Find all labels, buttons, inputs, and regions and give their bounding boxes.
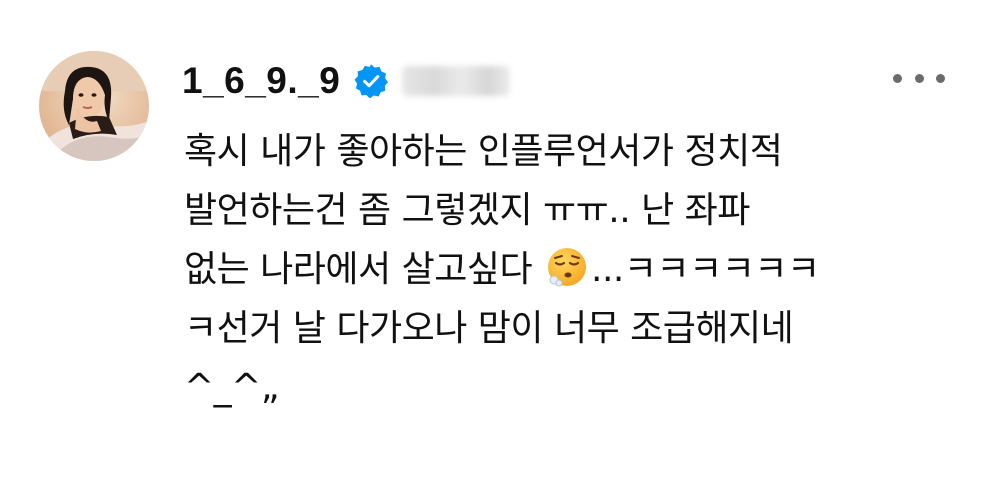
- face-exhaling-icon: [545, 245, 589, 289]
- username[interactable]: 1_6_9._9: [182, 60, 340, 102]
- comment-text: 혹시 내가 좋아하는 인플루언서가 정치적 발언하는건 좀 그렇겠지 ㅠㅠ.. …: [184, 122, 964, 417]
- comment-line: 없는 나라에서 살고싶다 ...ㅋㅋㅋㅋㅋㅋ: [184, 240, 964, 299]
- comment-card: 1_6_9._9 혹시 내가 좋아하는 인플루언서가 정치적 발언하는건 좀 그…: [0, 0, 991, 491]
- avatar[interactable]: [39, 51, 149, 161]
- more-options-button[interactable]: [893, 66, 945, 90]
- comment-line: 혹시 내가 좋아하는 인플루언서가 정치적: [184, 131, 783, 172]
- profile-photo-icon: [39, 51, 149, 161]
- blurred-handle: [402, 66, 511, 96]
- verified-badge-icon: [354, 64, 389, 99]
- comment-line: ^_^„: [184, 367, 279, 408]
- more-dot: [914, 73, 924, 83]
- comment-header: 1_6_9._9: [182, 52, 511, 110]
- comment-line-part: 없는 나라에서 살고싶다: [184, 249, 533, 290]
- more-horizontal-icon: [893, 73, 902, 83]
- more-dot: [936, 73, 945, 83]
- comment-line: ㅋ선거 날 다가오나 맘이 너무 조급해지네: [184, 308, 794, 349]
- comment-line: 발언하는건 좀 그렇겠지 ㅠㅠ.. 난 좌파: [184, 190, 750, 231]
- comment-line-part: ...ㅋㅋㅋㅋㅋㅋ: [591, 249, 820, 290]
